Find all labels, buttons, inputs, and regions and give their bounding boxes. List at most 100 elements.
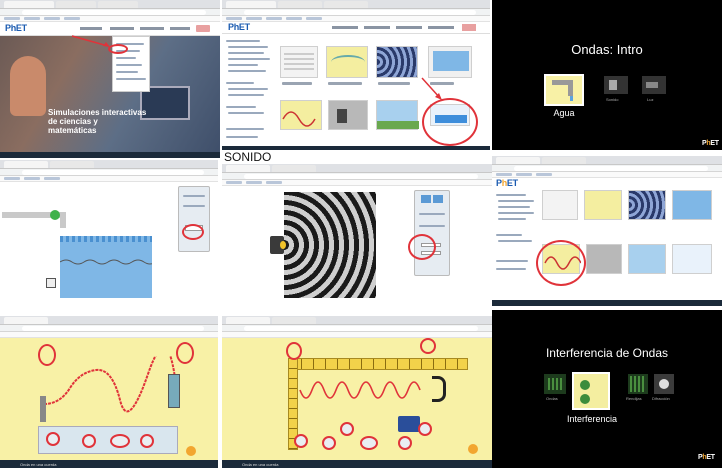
nav-menu-item[interactable] [364,26,390,29]
bookmark[interactable] [24,177,40,180]
url-input[interactable] [244,10,476,15]
filter-item[interactable] [498,212,534,214]
tool-icon[interactable] [421,195,431,203]
screen-button-sound[interactable] [604,76,628,94]
bookmark[interactable] [266,17,282,20]
filter-item[interactable] [496,234,522,236]
sim-thumbnail[interactable] [376,46,418,78]
control-knob[interactable] [340,422,354,436]
filter-item[interactable] [226,40,260,42]
filter-item[interactable] [496,260,528,262]
taskbar-window-title[interactable]: Onda en una cuerda [242,462,278,467]
filter-item[interactable] [226,136,258,138]
bookmark[interactable] [496,173,512,176]
sim-thumbnail[interactable] [326,46,368,78]
sim-thumbnail[interactable] [376,100,419,130]
filter-item[interactable] [228,112,264,114]
screen-button-waves[interactable] [544,374,566,394]
sim-thumbnail[interactable] [280,46,318,78]
filter-item[interactable] [498,240,532,242]
filter-item[interactable] [228,58,270,60]
sim-thumbnail[interactable] [584,190,622,220]
filter-item[interactable] [498,200,534,202]
control-knob[interactable] [360,436,378,450]
bookmark[interactable] [536,173,552,176]
url-input[interactable] [244,326,478,331]
faucet-button[interactable] [50,210,60,220]
screen-button-light[interactable] [642,76,666,94]
filter-item[interactable] [226,106,256,108]
sim-thumbnail[interactable] [672,190,712,220]
thumbnail-label[interactable] [328,82,362,85]
browser-tab[interactable] [56,1,96,8]
slider-amplitude[interactable] [183,205,205,207]
browser-tab[interactable] [98,1,138,8]
bookmark[interactable] [64,17,80,20]
control-knob[interactable] [82,434,96,448]
slider-amplitude[interactable] [419,225,445,227]
sim-thumbnail[interactable] [542,190,578,220]
tool-icon[interactable] [433,195,443,203]
screen-button-slits[interactable] [628,374,648,394]
bookmark[interactable] [226,181,242,184]
browser-tab[interactable] [542,157,586,164]
sim-thumbnail[interactable] [428,46,472,78]
reset-button[interactable] [468,444,478,454]
filter-item[interactable] [226,82,254,84]
bookmark[interactable] [306,17,322,20]
screen-button-interference[interactable] [572,372,610,410]
bookmark[interactable] [226,17,242,20]
browser-tab[interactable] [278,1,322,8]
filter-item[interactable] [228,64,258,66]
nav-menu-item[interactable] [428,26,454,29]
url-input[interactable] [22,170,204,175]
control-knob[interactable] [294,434,308,448]
thumbnail-label[interactable] [282,82,312,85]
nav-menu-item[interactable] [170,27,190,30]
sim-thumbnail[interactable] [628,244,666,274]
filter-item[interactable] [228,52,264,54]
filter-item[interactable] [228,70,266,72]
phet-logo[interactable]: PhET [496,178,518,188]
filter-item[interactable] [228,46,268,48]
browser-tab[interactable] [4,317,48,324]
phet-logo[interactable]: PhET [5,23,27,33]
bookmark[interactable] [286,17,302,20]
donate-button[interactable] [462,24,476,31]
bookmark[interactable] [24,17,40,20]
screen-button-water[interactable] [544,74,584,106]
nav-menu-item[interactable] [110,27,134,30]
browser-tab[interactable] [4,1,54,8]
browser-tab[interactable] [226,165,270,172]
timer-display[interactable] [398,416,420,432]
measuring-tape-icon[interactable] [46,278,56,288]
control-knob[interactable] [418,422,432,436]
filter-item[interactable] [226,128,264,130]
dropdown-item[interactable] [116,78,146,80]
bookmark[interactable] [4,17,20,20]
sim-thumbnail[interactable] [280,100,322,130]
browser-tab[interactable] [272,317,316,324]
url-input[interactable] [244,174,478,179]
filter-item[interactable] [496,268,526,270]
bookmark[interactable] [4,177,20,180]
browser-tab[interactable] [272,165,316,172]
sim-thumbnail[interactable] [628,190,666,220]
filter-item[interactable] [496,194,526,196]
slider-frequency[interactable] [419,213,445,215]
sim-thumbnail[interactable] [328,100,368,130]
nav-menu-item[interactable] [332,26,358,29]
dropdown-item[interactable] [116,71,138,73]
sim-thumbnail[interactable] [586,244,622,274]
control-knob[interactable] [322,436,336,450]
control-knob[interactable] [46,432,60,446]
url-input[interactable] [22,10,206,15]
browser-tab[interactable] [226,1,276,8]
nav-menu-item[interactable] [80,27,102,30]
donate-button[interactable] [196,25,210,32]
filter-item[interactable] [228,88,268,90]
dropdown-item[interactable] [116,57,136,59]
phet-logo[interactable]: PhET [228,22,250,32]
control-knob[interactable] [140,434,154,448]
bookmark[interactable] [516,173,532,176]
